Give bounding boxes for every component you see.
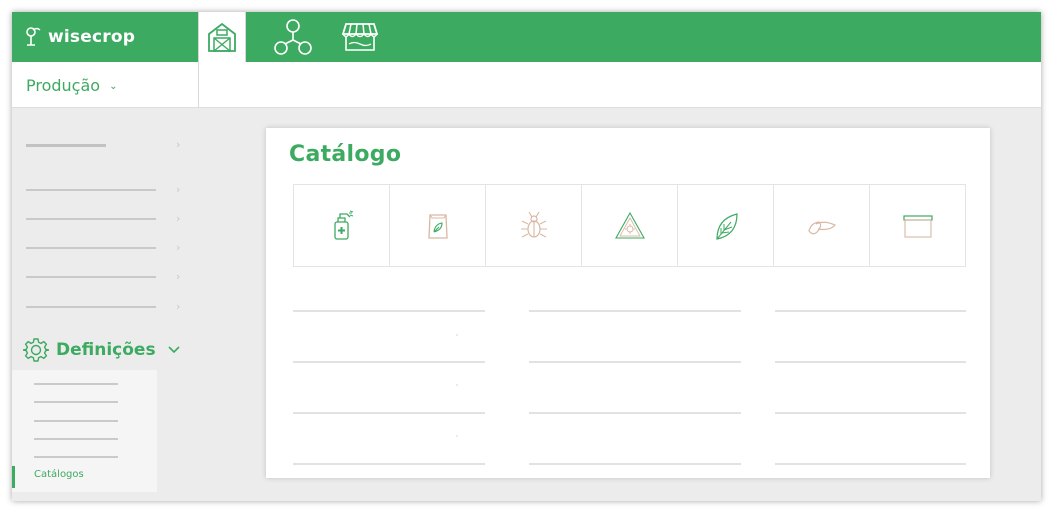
placeholder-line (26, 306, 156, 308)
sidebar-item-settings[interactable]: Definições (23, 336, 180, 364)
placeholder-line (293, 412, 485, 414)
placeholder-line (529, 412, 741, 414)
catalog-tile-diseases[interactable] (582, 185, 678, 266)
placeholder-line (529, 310, 741, 312)
container-icon (902, 214, 933, 238)
chevron-right-icon: › (176, 212, 181, 225)
chevron-down-icon: ⌄ (109, 81, 118, 92)
placeholder-line (529, 361, 741, 363)
market-stall-icon (341, 23, 379, 51)
page-title: Catálogo (289, 142, 402, 167)
catalog-tile-fertilizers[interactable] (390, 185, 486, 266)
catalog-tile-seeds[interactable] (774, 185, 870, 266)
placeholder-line (26, 247, 156, 249)
chevron-right-icon: › (176, 138, 181, 151)
nav-network[interactable] (269, 12, 317, 62)
bug-icon (520, 211, 547, 238)
placeholder-line (26, 218, 156, 220)
nav-market[interactable] (336, 12, 384, 62)
fertilizer-bag-icon (427, 213, 448, 239)
chevron-down-icon (168, 346, 180, 354)
network-icon (274, 19, 312, 55)
app-window: wisecrop Produção ⌄ › › › › › › Definiçõ… (12, 12, 1041, 501)
settings-label: Definições (56, 340, 156, 360)
settings-submenu: Catálogos (12, 370, 157, 492)
sprayer-icon (333, 210, 353, 240)
leaf-icon (715, 212, 738, 240)
placeholder-line (293, 463, 485, 465)
module-bar: Produção ⌄ (12, 62, 1041, 108)
chevron-right-icon: › (176, 241, 181, 254)
seed-icon (807, 220, 836, 234)
catalog-tiles (293, 184, 966, 267)
placeholder-line (775, 310, 966, 312)
active-indicator (12, 466, 15, 488)
chevron-right-icon: › (176, 183, 181, 196)
chevron-right-icon: › (176, 300, 181, 313)
wisecrop-logo-icon (26, 27, 41, 46)
catalog-tile-products[interactable] (870, 185, 965, 266)
placeholder-line (26, 144, 106, 147)
sidebar: › › › › › › Definições Catálogos (12, 108, 199, 501)
catalog-tile-phytopharmaceuticals[interactable] (294, 185, 390, 266)
placeholder-line (26, 189, 156, 191)
catalog-tile-crops[interactable] (678, 185, 774, 266)
barn-icon (208, 22, 236, 52)
catalog-card: Catálogo (266, 128, 990, 478)
submenu-item-placeholder[interactable] (34, 383, 118, 385)
gear-icon (23, 338, 49, 362)
placeholder-dot (456, 334, 458, 336)
placeholder-dot (456, 435, 458, 437)
chevron-right-icon: › (176, 270, 181, 283)
catalog-tile-pests[interactable] (486, 185, 582, 266)
submenu-item-placeholder[interactable] (34, 401, 118, 403)
top-bar: wisecrop (12, 12, 1041, 62)
submenu-item-placeholder[interactable] (34, 420, 118, 422)
nav-farm[interactable] (198, 12, 246, 62)
placeholder-line (775, 463, 966, 465)
submenu-item-placeholder[interactable] (34, 438, 118, 440)
placeholder-line (26, 276, 156, 278)
brand-name: wisecrop (48, 27, 136, 47)
module-selector[interactable]: Produção ⌄ (12, 62, 199, 108)
placeholder-line (529, 463, 741, 465)
placeholder-line (775, 361, 966, 363)
brand[interactable]: wisecrop (24, 12, 135, 62)
warning-triangle-icon (614, 211, 645, 239)
placeholder-line (293, 361, 485, 363)
module-label: Produção (26, 75, 101, 95)
placeholder-line (775, 412, 966, 414)
placeholder-dot (456, 384, 458, 386)
submenu-item-catalogs[interactable]: Catálogos (34, 469, 84, 480)
submenu-item-placeholder[interactable] (34, 456, 118, 458)
placeholder-line (293, 310, 485, 312)
